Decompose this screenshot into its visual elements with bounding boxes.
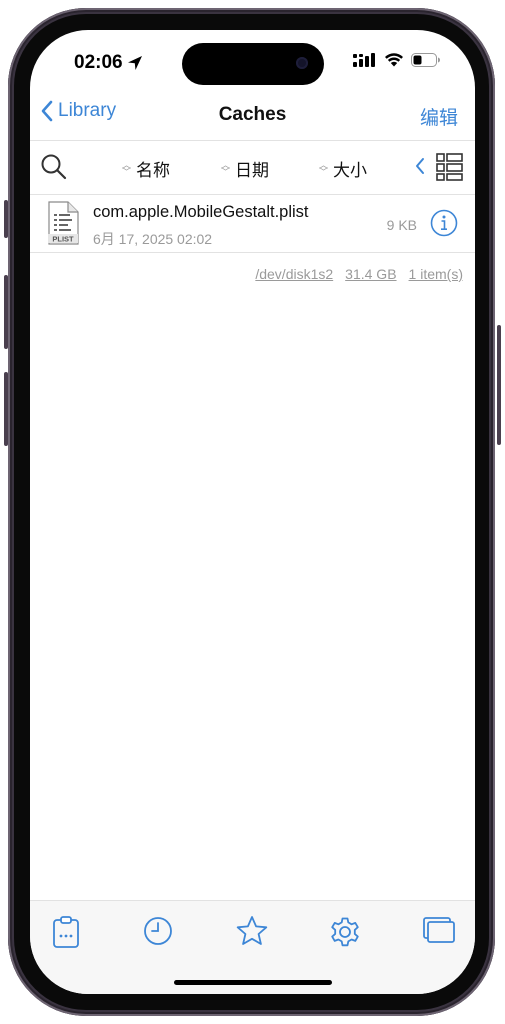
tab-clipboard[interactable] [50,915,82,954]
page-title: Caches [218,104,287,125]
tab-settings[interactable] [328,915,362,954]
battery-icon [411,52,440,67]
sort-chevron-icon: ︿ ﹀ [221,159,231,177]
location-arrow-icon [127,56,142,70]
file-name: com.apple.MobileGestalt.plist [93,203,309,221]
file-date: 6月 17, 2025 02:02 [93,231,213,247]
file-size: 9 KB [386,217,417,233]
sort-by-size[interactable]: ︿ ﹀ 大小 [319,156,367,181]
sort-by-size-label: 大小 [333,161,368,180]
file-row[interactable]: PLIST com.apple.MobileGestalt.plist 6月 1… [30,195,475,253]
home-indicator [174,980,332,985]
collapse-button[interactable] [414,156,426,181]
file-row-divider [30,252,475,253]
tab-history[interactable] [142,915,174,952]
device-path[interactable]: /dev/disk1s2 [255,266,333,282]
status-time-text: 02:06 [74,52,123,73]
sort-by-name-label: 名称 [136,161,171,180]
status-time: 02:06 [74,52,143,74]
sort-chevron-icon: ︿ ﹀ [122,159,132,177]
plist-icon-label: PLIST [52,235,74,244]
camera-icon [296,57,308,69]
info-icon [430,209,458,237]
free-space[interactable]: 31.4 GB [345,266,396,282]
wifi-icon [385,53,403,67]
gear-icon [331,917,359,947]
tab-windows[interactable] [422,915,456,950]
item-count[interactable]: 1 item(s) [409,266,463,282]
edit-button[interactable]: 编辑 [420,103,458,130]
tab-favorites[interactable] [236,915,268,952]
sort-bar: ︿ ﹀ 名称 ︿ ﹀ 日期 ︿ ﹀ 大小 [30,142,475,192]
sort-chevron-icon: ︿ ﹀ [319,159,329,177]
plist-file-icon: PLIST [46,201,80,250]
dynamic-island [182,43,324,85]
list-grid-icon [436,153,463,181]
sort-by-date[interactable]: ︿ ﹀ 日期 [221,156,269,181]
status-icons [353,52,441,67]
sort-by-date-label: 日期 [235,161,270,180]
navigation-bar: Library Caches 编辑 [30,92,475,140]
view-mode-button[interactable] [436,153,464,186]
search-button[interactable] [40,153,68,186]
clock-icon [144,917,172,945]
cellular-signal-icon [353,52,375,67]
chevron-left-icon [416,158,424,174]
nav-divider [30,140,475,141]
clipboard-icon [53,916,79,948]
info-button[interactable] [430,209,458,242]
screen: 02:06 Library Caches 编辑 ︿ ﹀ 名称 ︿ ﹀ 日期 ︿ … [30,30,475,994]
search-icon [41,154,67,180]
star-icon [236,916,268,945]
power-button [497,325,501,445]
sort-by-name[interactable]: ︿ ﹀ 名称 [122,156,170,181]
windows-icon [423,917,455,943]
volume-info: /dev/disk1s2 31.4 GB 1 item(s) [255,266,463,282]
